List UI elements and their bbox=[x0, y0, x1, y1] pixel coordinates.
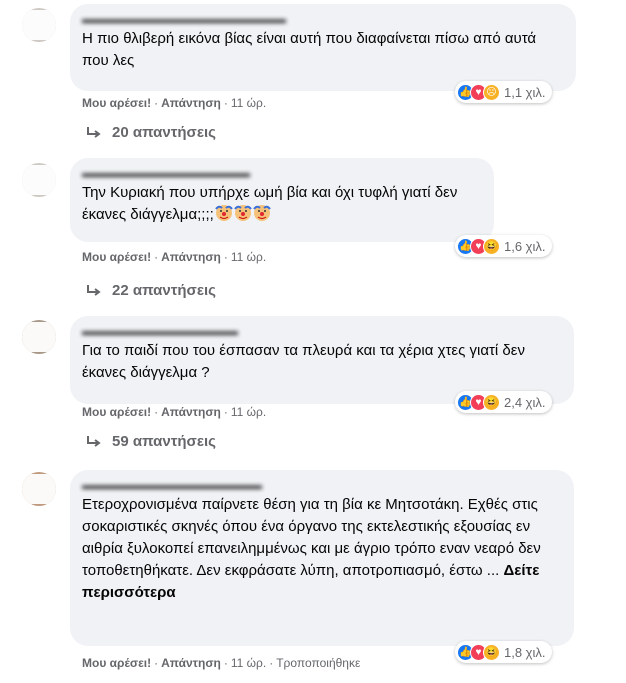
timestamp[interactable]: 11 ώρ. bbox=[231, 96, 266, 110]
comment-actions: Μου αρέσει! · Απάντηση · 11 ώρ. bbox=[82, 250, 267, 264]
haha-icon: 😆 bbox=[483, 643, 500, 661]
haha-icon: 😆 bbox=[483, 393, 500, 411]
clown-icon bbox=[233, 205, 252, 221]
edited-label: Τροποποιήθηκε bbox=[276, 656, 361, 670]
comment-author-redacted[interactable]: ▬▬▬▬▬▬▬▬▬▬▬▬▬ bbox=[82, 324, 562, 336]
comment-text-content: Ετεροχρονισμένα παίρνετε θέση για τη βία… bbox=[82, 496, 541, 579]
avatar[interactable] bbox=[22, 163, 56, 197]
reaction-count: 1,6 χιλ. bbox=[504, 238, 546, 254]
comment-actions: Μου αρέσει! · Απάντηση · 11 ώρ. bbox=[82, 405, 267, 419]
replies-count: 20 απαντήσεις bbox=[112, 124, 216, 141]
avatar[interactable] bbox=[22, 320, 56, 354]
avatar[interactable] bbox=[22, 472, 56, 506]
reply-arrow-icon bbox=[87, 284, 101, 296]
reaction-summary[interactable]: 👍 ♥ 😆 2,4 χιλ. bbox=[455, 391, 552, 413]
timestamp[interactable]: 11 ώρ. bbox=[231, 656, 266, 670]
view-replies-link[interactable]: 20 απαντήσεις bbox=[86, 124, 216, 141]
replies-count: 59 απαντήσεις bbox=[112, 433, 216, 450]
like-button[interactable]: Μου αρέσει! bbox=[82, 405, 151, 419]
reply-button[interactable]: Απάντηση bbox=[161, 96, 221, 110]
comment-text: Την Κυριακή που υπήρχε ωμή βία και όχι τ… bbox=[82, 182, 482, 226]
reaction-summary[interactable]: 👍 ♥ ☹ 1,1 χιλ. bbox=[455, 81, 552, 103]
timestamp[interactable]: 11 ώρ. bbox=[231, 405, 266, 419]
view-replies-link[interactable]: 22 απαντήσεις bbox=[86, 282, 216, 299]
comment-text: Η πιο θλιβερή εικόνα βίας είναι αυτή που… bbox=[82, 30, 537, 69]
sad-icon: ☹ bbox=[483, 83, 500, 101]
comment-bubble: ▬▬▬▬▬▬▬▬▬▬▬▬▬▬▬ Ετεροχρονισμένα παίρνετε… bbox=[70, 470, 574, 646]
comment-bubble: ▬▬▬▬▬▬▬▬▬▬▬▬▬▬▬▬▬ Η πιο θλιβερή εικόνα β… bbox=[70, 4, 576, 91]
clown-icon bbox=[252, 205, 271, 221]
haha-icon: 😆 bbox=[483, 237, 500, 255]
reply-arrow-icon bbox=[87, 126, 101, 138]
reaction-count: 2,4 χιλ. bbox=[504, 394, 546, 410]
like-button[interactable]: Μου αρέσει! bbox=[82, 656, 151, 670]
comment-actions: Μου αρέσει! · Απάντηση · 11 ώρ. bbox=[82, 96, 267, 110]
comment-author-redacted[interactable]: ▬▬▬▬▬▬▬▬▬▬▬▬▬▬ bbox=[82, 166, 482, 178]
comment-actions: Μου αρέσει! · Απάντηση · 11 ώρ. · Τροποποιήθηκ… bbox=[82, 656, 361, 670]
reaction-count: 1,1 χιλ. bbox=[504, 84, 546, 100]
comment-bubble: ▬▬▬▬▬▬▬▬▬▬▬▬▬▬ Την Κυριακή που υπήρχε ωμ… bbox=[70, 158, 494, 242]
reply-button[interactable]: Απάντηση bbox=[161, 656, 221, 670]
reaction-count: 1,8 χιλ. bbox=[504, 644, 546, 660]
reaction-summary[interactable]: 👍 ♥ 😆 1,6 χιλ. bbox=[455, 235, 552, 257]
clown-icon bbox=[214, 205, 233, 221]
comment-author-redacted[interactable]: ▬▬▬▬▬▬▬▬▬▬▬▬▬▬▬▬▬ bbox=[82, 12, 564, 24]
reply-arrow-icon bbox=[87, 435, 101, 447]
timestamp[interactable]: 11 ώρ. bbox=[231, 250, 266, 264]
replies-count: 22 απαντήσεις bbox=[112, 282, 216, 299]
avatar[interactable] bbox=[22, 8, 56, 42]
comment-text: Ετεροχρονισμένα παίρνετε θέση για τη βία… bbox=[82, 494, 562, 604]
comment-author-redacted[interactable]: ▬▬▬▬▬▬▬▬▬▬▬▬▬▬▬ bbox=[82, 478, 562, 490]
like-button[interactable]: Μου αρέσει! bbox=[82, 96, 151, 110]
comment-text: Για το παιδί που του έσπασαν τα πλευρά κ… bbox=[82, 342, 525, 381]
reaction-summary[interactable]: 👍 ♥ 😆 1,8 χιλ. bbox=[455, 641, 552, 663]
reply-button[interactable]: Απάντηση bbox=[161, 405, 221, 419]
like-button[interactable]: Μου αρέσει! bbox=[82, 250, 151, 264]
reply-button[interactable]: Απάντηση bbox=[161, 250, 221, 264]
view-replies-link[interactable]: 59 απαντήσεις bbox=[86, 433, 216, 450]
